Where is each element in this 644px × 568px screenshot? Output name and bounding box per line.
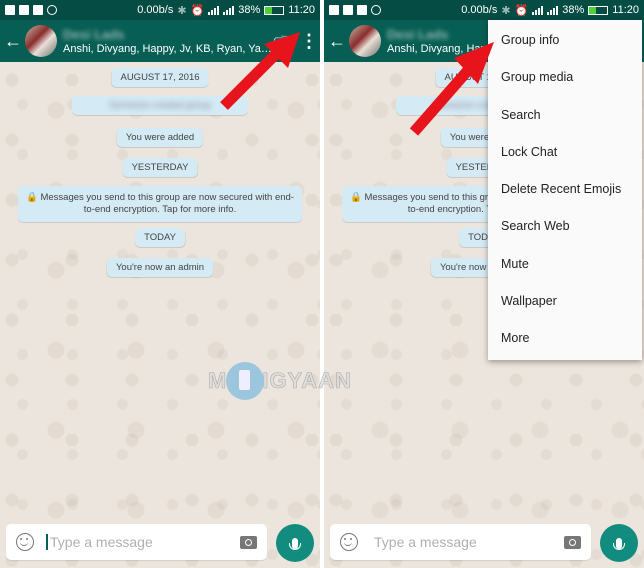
voice-record-button[interactable]: [600, 524, 638, 562]
system-message: You were added: [116, 128, 204, 147]
status-bar: 0.00b/s ✱ ⏰ 38% 11:20: [0, 0, 320, 20]
signal-icon: [223, 5, 235, 15]
lock-icon: 🔒: [350, 192, 365, 203]
chat-messages: AUGUST 17, 2016 Someone created group Yo…: [0, 62, 320, 512]
attach-icon[interactable]: 📎: [269, 25, 302, 58]
overflow-menu-icon[interactable]: ⋮: [298, 32, 320, 50]
status-bar: 0.00b/s ✱ ⏰ 38% 11:20: [324, 0, 644, 20]
overflow-menu: Group info Group media Search Lock Chat …: [488, 20, 642, 360]
emoji-notification-icon: [47, 5, 57, 15]
battery-percent: 38%: [562, 4, 585, 16]
bluetooth-icon: ✱: [501, 4, 511, 17]
battery-icon: [264, 5, 285, 15]
network-speed: 0.00b/s: [461, 4, 498, 16]
system-message: You're now an admin: [106, 258, 214, 277]
emoji-icon[interactable]: [340, 533, 358, 551]
group-avatar[interactable]: [25, 25, 57, 57]
image-notification-icon: [357, 5, 367, 15]
menu-item-search[interactable]: Search: [488, 97, 642, 134]
date-divider: AUGUST 17, 2016: [111, 68, 209, 87]
menu-item-group-info[interactable]: Group info: [488, 22, 642, 59]
message-composer: [330, 524, 591, 560]
message-input[interactable]: [370, 534, 564, 550]
battery-percent: 38%: [238, 4, 261, 16]
back-arrow-icon[interactable]: ←: [328, 31, 346, 52]
menu-item-lock-chat[interactable]: Lock Chat: [488, 134, 642, 171]
chat-header: ← Desi Lads Anshi, Divyang, Happy, Jv, K…: [0, 20, 320, 62]
emoji-notification-icon: [371, 5, 381, 15]
battery-icon: [588, 5, 609, 15]
facebook-notification-icon: [5, 5, 15, 15]
camera-icon[interactable]: [240, 535, 257, 549]
lock-icon: 🔒: [26, 192, 41, 203]
microphone-icon: [289, 537, 301, 550]
phone-screen-before: 0.00b/s ✱ ⏰ 38% 11:20 ← Desi Lads Anshi,…: [0, 0, 320, 568]
date-divider: YESTERDAY: [122, 158, 198, 177]
facebook-notification-icon: [329, 5, 339, 15]
alarm-icon: ⏰: [190, 4, 205, 17]
chat-title-area[interactable]: Desi Lads Anshi, Divyang, Happy, Jv, KB,…: [63, 27, 272, 55]
encryption-notice[interactable]: 🔒 Messages you send to this group are no…: [18, 186, 302, 222]
clock: 11:20: [288, 4, 315, 16]
system-message: Someone created group: [72, 96, 248, 115]
menu-item-group-media[interactable]: Group media: [488, 59, 642, 96]
emoji-icon[interactable]: [16, 533, 34, 551]
network-speed: 0.00b/s: [137, 4, 174, 16]
message-composer: [6, 524, 267, 560]
alarm-icon: ⏰: [514, 4, 529, 17]
date-divider: TODAY: [135, 228, 185, 247]
menu-item-mute[interactable]: Mute: [488, 246, 642, 283]
camera-icon[interactable]: [564, 535, 581, 549]
message-input[interactable]: [46, 534, 240, 550]
voice-record-button[interactable]: [276, 524, 314, 562]
signal-icon: [547, 5, 559, 15]
group-members: Anshi, Divyang, Happy, Jv, KB, Ryan, Yas…: [63, 43, 272, 55]
group-avatar[interactable]: [349, 25, 381, 57]
group-name: Desi Lads: [63, 27, 125, 42]
menu-item-wallpaper[interactable]: Wallpaper: [488, 283, 642, 320]
clock: 11:20: [612, 4, 639, 16]
microphone-icon: [613, 537, 625, 550]
menu-item-search-web[interactable]: Search Web: [488, 208, 642, 245]
signal-icon: [532, 5, 544, 15]
message-notification-icon: [19, 5, 29, 15]
phone-screen-after: 0.00b/s ✱ ⏰ 38% 11:20 ← Desi Lads Anshi,…: [324, 0, 644, 568]
signal-icon: [208, 5, 220, 15]
back-arrow-icon[interactable]: ←: [4, 31, 22, 52]
bluetooth-icon: ✱: [177, 4, 187, 17]
message-notification-icon: [343, 5, 353, 15]
image-notification-icon: [33, 5, 43, 15]
menu-item-delete-recent-emojis[interactable]: Delete Recent Emojis: [488, 171, 642, 208]
menu-item-more[interactable]: More: [488, 320, 642, 357]
